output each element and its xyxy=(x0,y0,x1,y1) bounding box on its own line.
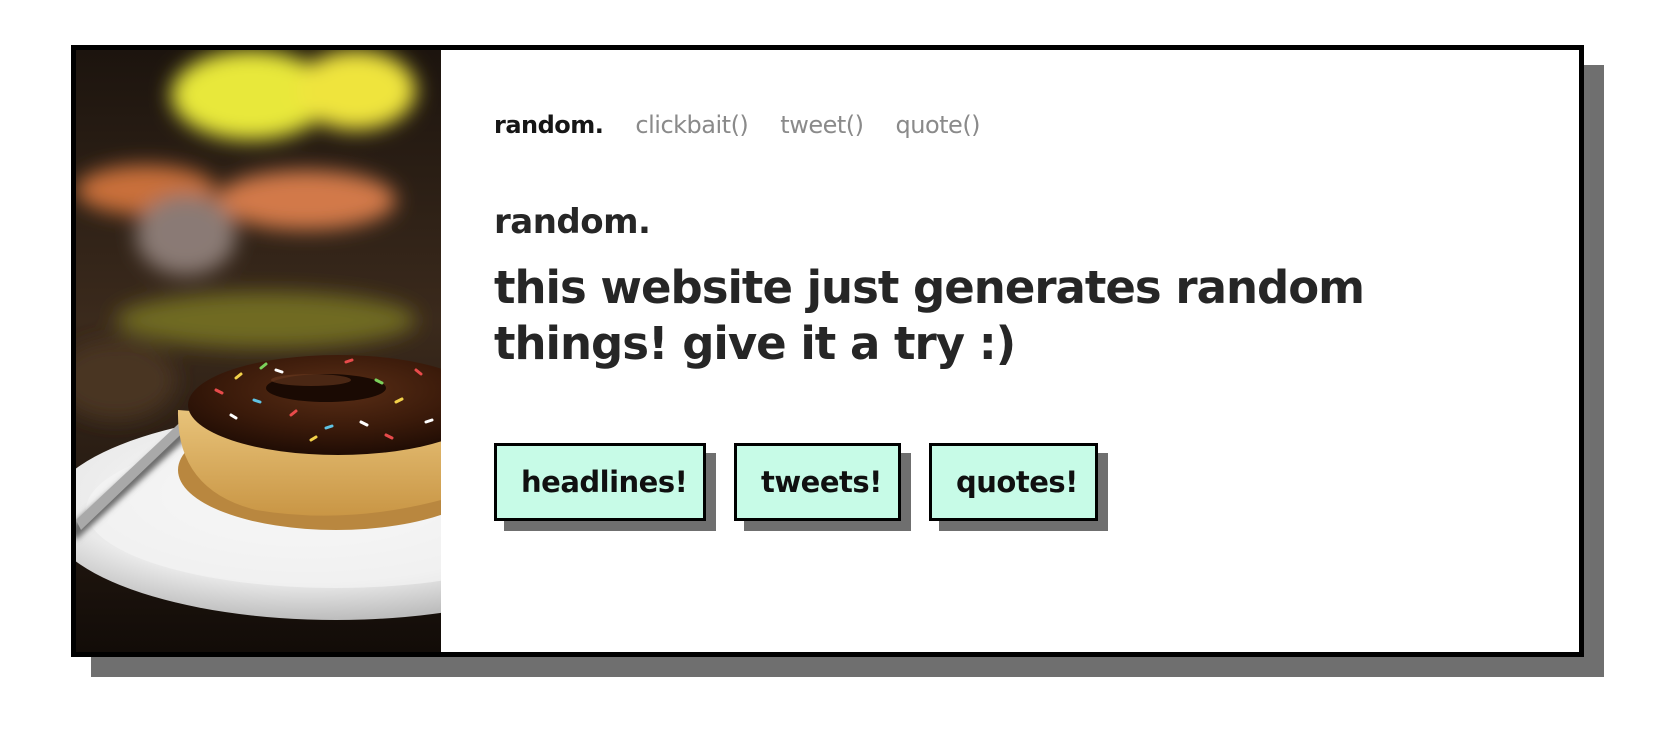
top-nav: random. clickbait() tweet() quote() xyxy=(494,110,981,140)
content-panel: random. clickbait() tweet() quote() rand… xyxy=(441,50,1579,652)
quotes-button[interactable]: quotes! xyxy=(929,443,1098,521)
generator-buttons: headlines! tweets! quotes! xyxy=(494,443,1098,521)
nav-brand-link[interactable]: random. xyxy=(494,110,604,140)
nav-link-clickbait[interactable]: clickbait() xyxy=(635,110,748,140)
donut-photo xyxy=(76,50,441,652)
nav-link-tweet[interactable]: tweet() xyxy=(780,110,864,140)
headlines-button[interactable]: headlines! xyxy=(494,443,706,521)
tweets-button[interactable]: tweets! xyxy=(734,443,901,521)
page-tagline: this website just generates random thing… xyxy=(494,261,1365,370)
main-card: random. clickbait() tweet() quote() rand… xyxy=(71,45,1584,657)
nav-link-quote[interactable]: quote() xyxy=(896,110,981,140)
page-heading: random. xyxy=(494,202,651,242)
